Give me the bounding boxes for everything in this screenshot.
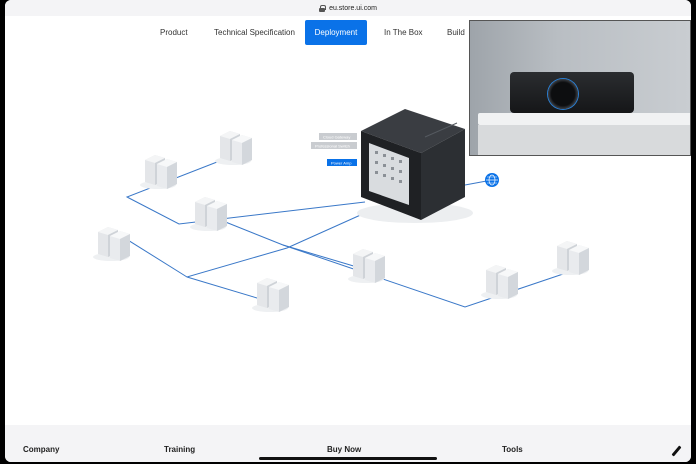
rack-label-professional-switch: Professional Switch (315, 144, 350, 149)
pencil-icon (671, 445, 682, 457)
speaker[interactable] (252, 278, 289, 312)
speaker[interactable] (93, 227, 130, 261)
tab-technical-specification[interactable]: Technical Specification (214, 20, 295, 45)
volume-knob (548, 79, 578, 109)
home-indicator[interactable] (259, 457, 437, 460)
browser-screen: eu.store.ui.com Product Technical Specif… (5, 0, 691, 462)
network-rack[interactable] (357, 109, 473, 223)
rack-label-power-amp: Power Amp (331, 161, 352, 166)
tab-product[interactable]: Product (160, 20, 188, 45)
speaker[interactable] (215, 131, 252, 165)
speaker[interactable] (190, 197, 227, 231)
lock-icon (319, 4, 327, 12)
speaker[interactable] (140, 155, 177, 189)
rack-label-cloud-gateway: Cloud Gateway (323, 135, 350, 140)
speaker[interactable] (552, 241, 589, 275)
power-amp-product-photo (469, 20, 691, 156)
footer-bar: Company Training Buy Now Tools (5, 425, 691, 462)
footer-link-tools[interactable]: Tools (502, 445, 523, 454)
url-text: eu.store.ui.com (329, 4, 377, 12)
footer-link-training[interactable]: Training (164, 445, 195, 454)
tab-in-the-box[interactable]: In The Box (384, 20, 423, 45)
tab-build[interactable]: Build (447, 20, 465, 45)
speaker[interactable] (348, 249, 385, 283)
speaker[interactable] (481, 265, 518, 299)
tab-deployment[interactable]: Deployment (305, 20, 367, 45)
address-bar[interactable]: eu.store.ui.com (5, 0, 691, 16)
footer-link-company[interactable]: Company (23, 445, 59, 454)
footer-link-buy-now[interactable]: Buy Now (327, 445, 361, 454)
internet-globe-icon[interactable] (485, 173, 499, 187)
